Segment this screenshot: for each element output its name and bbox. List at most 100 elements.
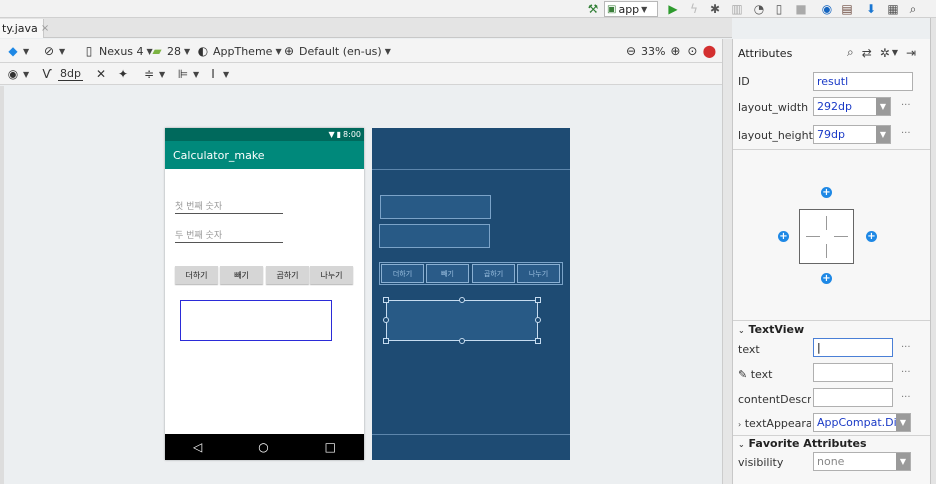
blueprint-multiply-button[interactable]: 곱하기 [472, 264, 515, 283]
blueprint-navbar-line [372, 434, 570, 435]
blueprint-divide-button[interactable]: 나누기 [517, 264, 560, 283]
margin-value: 8dp [58, 67, 83, 81]
layout-width-select[interactable]: 292dp ▼ [813, 97, 891, 116]
default-margin[interactable]: 8dp [58, 65, 83, 83]
result-textview[interactable] [180, 300, 332, 341]
more-icon[interactable]: ··· [901, 367, 911, 378]
search-icon[interactable]: ⌕ [847, 45, 854, 60]
avd-icon[interactable]: ▤ [840, 1, 854, 17]
id-field[interactable]: resutl [813, 72, 913, 91]
add-constraint-bottom-icon[interactable]: + [821, 273, 832, 284]
chevron-down-icon[interactable]: ▼ [892, 48, 898, 57]
error-icon[interactable]: ⬤ [702, 44, 716, 58]
zoom-fit-icon[interactable]: ⊙ [685, 44, 699, 58]
favorite-attributes-section[interactable]: ⌄ Favorite Attributes [738, 437, 867, 450]
swap-icon[interactable]: ⇄ [862, 46, 872, 60]
eye-icon: ◉ [7, 67, 19, 81]
text-appearance-label[interactable]: › textAppearanc [738, 417, 811, 430]
orientation-toggle[interactable]: ⊘ ▼ [42, 42, 65, 60]
text-cursor: | [817, 341, 821, 354]
debug-icon[interactable]: ✱ [708, 1, 722, 17]
autoconnect-toggle[interactable]: Ѵ [40, 65, 54, 83]
second-number-input[interactable]: 두 번째 숫자 [175, 227, 283, 243]
locale-select[interactable]: ⊕ Default (en-us) ▼ [282, 42, 391, 60]
blueprint-result-selected[interactable] [386, 300, 538, 341]
layout-height-select[interactable]: 79dp ▼ [813, 125, 891, 144]
view-options[interactable]: ◉ ▼ [6, 65, 29, 83]
add-constraint-right-icon[interactable]: + [866, 231, 877, 242]
blueprint-subtract-button[interactable]: 빼기 [426, 264, 469, 283]
attach-icon[interactable]: ◔ [752, 1, 766, 17]
visibility-select[interactable]: none ▼ [813, 452, 911, 471]
apply-changes-icon[interactable]: ϟ [688, 1, 700, 17]
resize-handle[interactable] [535, 338, 541, 344]
content-description-field[interactable] [813, 388, 893, 407]
blueprint-first-input[interactable] [380, 195, 491, 219]
profile-icon[interactable]: ▥ [730, 1, 744, 17]
anchor-right[interactable] [535, 317, 541, 323]
tools-text-field[interactable] [813, 363, 893, 382]
more-icon[interactable]: ··· [901, 128, 911, 139]
design-preview[interactable]: ▼ ▮ 8:00 Calculator_make 첫 번째 숫자 두 번째 숫자… [165, 128, 364, 460]
subtract-button[interactable]: 빼기 [220, 266, 263, 284]
guidelines-menu[interactable]: I ▼ [206, 65, 229, 83]
hammer-icon[interactable]: ⚒ [586, 1, 600, 17]
blueprint-add-button[interactable]: 더하기 [381, 264, 424, 283]
text-field[interactable]: | [813, 338, 893, 357]
api-select[interactable]: ▰ 28 ▼ [150, 42, 190, 60]
zoom-in-icon[interactable]: ⊕ [668, 44, 682, 58]
device-select[interactable]: ▯ Nexus 4 ▼ [82, 42, 153, 60]
gear-icon[interactable]: ✲ [880, 46, 890, 60]
theme-label: AppTheme [213, 44, 273, 58]
add-button[interactable]: 더하기 [175, 266, 218, 284]
constraint-line [806, 236, 820, 237]
anchor-top[interactable] [459, 297, 465, 303]
clear-constraints[interactable]: ✕ [94, 65, 108, 83]
close-icon[interactable]: × [41, 23, 49, 34]
more-icon[interactable]: ··· [901, 100, 911, 111]
tab-activity-java[interactable]: ty.java × [0, 19, 49, 38]
blueprint-second-input[interactable] [379, 224, 490, 248]
layout-height-value: 79dp [817, 128, 845, 141]
resize-handle[interactable] [383, 297, 389, 303]
design-surface-toggle[interactable]: ◆ ▼ [6, 42, 29, 60]
anchor-left[interactable] [383, 317, 389, 323]
blueprint-preview[interactable]: 더하기 빼기 곱하기 나누기 [372, 128, 570, 460]
side-tool-strip [930, 18, 936, 484]
text-appearance-select[interactable]: AppCompat.Displ ▼ [813, 413, 911, 432]
hide-icon[interactable]: ⇥ [906, 46, 916, 60]
chevron-right-icon: › [738, 420, 742, 429]
textview-section[interactable]: ⌄ TextView [738, 323, 804, 336]
resize-handle[interactable] [535, 297, 541, 303]
chevron-down-icon: ▼ [876, 126, 890, 143]
first-number-input[interactable]: 첫 번째 숫자 [175, 198, 283, 214]
search-icon[interactable]: ⌕ [906, 1, 920, 17]
more-icon[interactable]: ··· [901, 342, 911, 353]
align-menu[interactable]: ⊫ ▼ [176, 65, 199, 83]
sdk-icon[interactable]: ⬇ [864, 1, 878, 17]
theme-select[interactable]: ◐ AppTheme ▼ [196, 42, 282, 60]
infer-constraints[interactable]: ✦ [116, 65, 130, 83]
divide-button[interactable]: 나누기 [310, 266, 353, 284]
scrollbar[interactable] [722, 39, 732, 484]
battery-icon: ▮ [336, 130, 342, 139]
add-constraint-top-icon[interactable]: + [821, 187, 832, 198]
zoom-out-icon[interactable]: ⊖ [624, 44, 638, 58]
anchor-bottom[interactable] [459, 338, 465, 344]
run-config-select[interactable]: ▣ app ▼ [604, 1, 658, 17]
pack-menu[interactable]: ≑ ▼ [142, 65, 165, 83]
text-label: text [738, 343, 760, 356]
structure-icon[interactable]: ▦ [886, 1, 900, 17]
stop-icon[interactable]: ■ [794, 1, 808, 17]
constraint-widget[interactable] [799, 209, 854, 264]
more-icon[interactable]: ··· [901, 392, 911, 403]
run-icon[interactable]: ▶ [666, 1, 680, 17]
chevron-down-icon: ▼ [23, 69, 30, 79]
coverage-icon[interactable]: ▯ [772, 1, 786, 17]
multiply-button[interactable]: 곱하기 [266, 266, 309, 284]
add-constraint-left-icon[interactable]: + [778, 231, 789, 242]
globe-icon: ⊕ [283, 44, 295, 58]
resize-handle[interactable] [383, 338, 389, 344]
sync-icon[interactable]: ◉ [820, 1, 834, 17]
run-toolbar: ⚒ ▣ app ▼ ▶ ϟ ✱ ▥ ◔ ▯ ■ ◉ ▤ ⬇ ▦ ⌕ [0, 0, 936, 18]
